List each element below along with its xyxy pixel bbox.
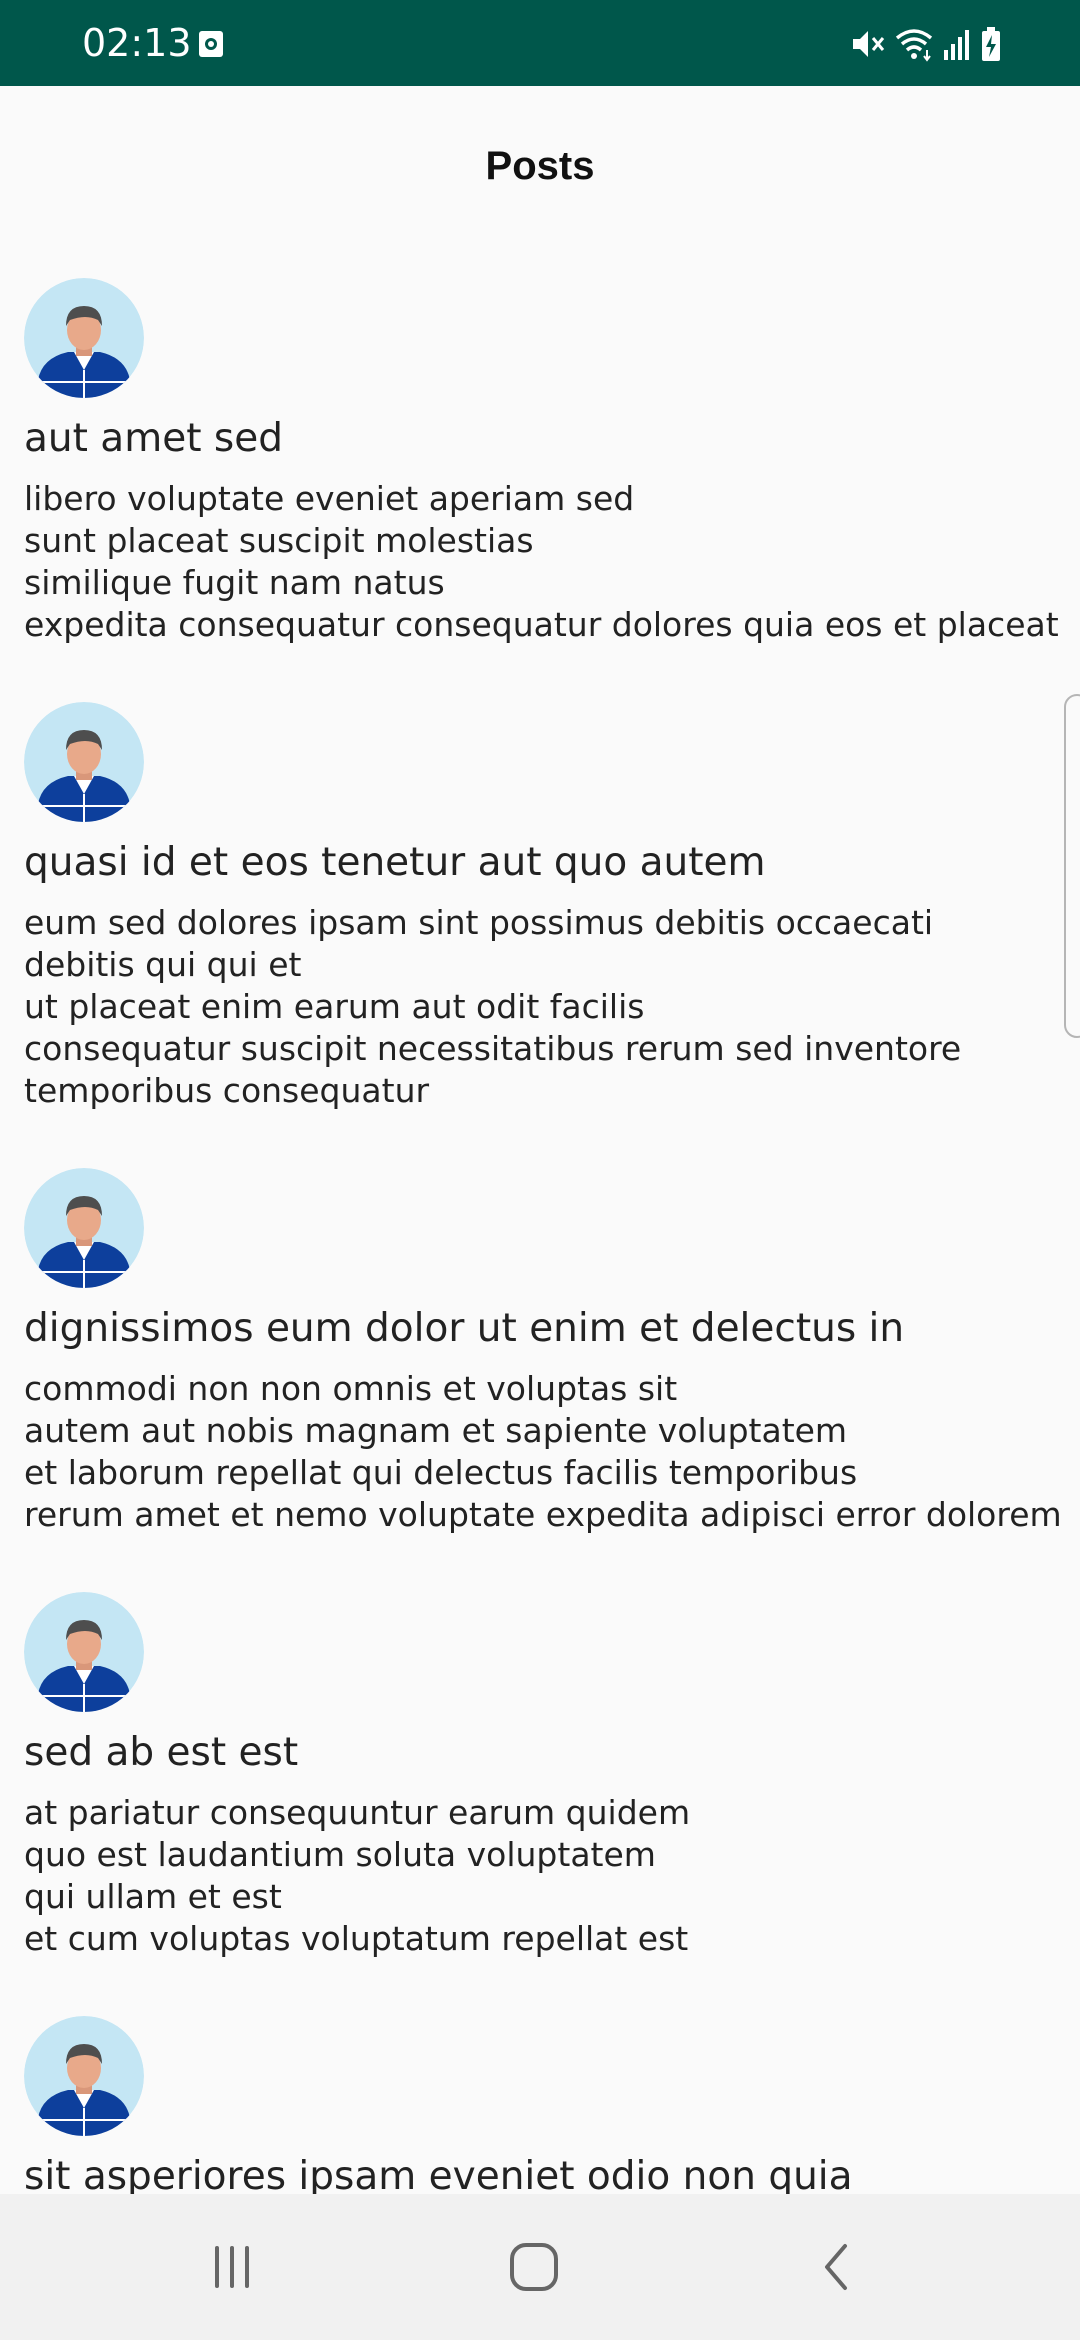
home-icon — [510, 2243, 558, 2291]
notification-icon — [199, 31, 223, 57]
post-body-line: rerum amet et nemo voluptate expedita ad… — [24, 1495, 1062, 1534]
post-item[interactable]: sit asperiores ipsam eveniet odio non qu… — [24, 2016, 1064, 2194]
post-body-line: at pariatur consequuntur earum quidem — [24, 1793, 691, 1832]
post-body: eum sed dolores ipsam sint possimus debi… — [24, 902, 1064, 1112]
battery-charging-icon — [982, 27, 1000, 61]
post-body-line: similique fugit nam natus — [24, 563, 445, 602]
post-item[interactable]: aut amet sed libero voluptate eveniet ap… — [24, 278, 1064, 646]
post-body-line: autem aut nobis magnam et sapiente volup… — [24, 1411, 848, 1450]
navigation-bar — [0, 2194, 1080, 2340]
back-icon — [825, 2244, 847, 2290]
post-title: aut amet sed — [24, 416, 283, 461]
post-body-line: expedita consequatur consequatur dolores… — [24, 605, 1059, 644]
avatar — [24, 1168, 144, 1288]
post-body: libero voluptate eveniet aperiam sed sun… — [24, 478, 1064, 646]
page-title: Posts — [485, 144, 595, 188]
avatar — [24, 1592, 144, 1712]
app-header: Posts — [0, 86, 1080, 256]
post-title: dignissimos eum dolor ut enim et delectu… — [24, 1306, 905, 1351]
status-icons — [850, 24, 1002, 64]
post-item[interactable]: dignissimos eum dolor ut enim et delectu… — [24, 1168, 1064, 1536]
recent-apps-button[interactable] — [192, 2232, 272, 2302]
post-title: quasi id et eos tenetur aut quo autem — [24, 840, 766, 885]
home-button[interactable] — [494, 2232, 574, 2302]
recent-apps-icon — [215, 2246, 249, 2288]
post-body-line: qui ullam et est — [24, 1877, 282, 1916]
post-body-line: libero voluptate eveniet aperiam sed — [24, 479, 635, 518]
mute-icon — [853, 31, 885, 57]
post-body-line: temporibus consequatur — [24, 1071, 430, 1110]
post-body: at pariatur consequuntur earum quidem qu… — [24, 1792, 1064, 1960]
post-body-line: et laborum repellat qui delectus facilis… — [24, 1453, 858, 1492]
post-body-line: eum sed dolores ipsam sint possimus debi… — [24, 903, 934, 942]
status-bar: 02:13 — [0, 0, 1080, 86]
post-body-line: quo est laudantium soluta voluptatem — [24, 1835, 656, 1874]
avatar — [24, 702, 144, 822]
post-body-line: consequatur suscipit necessitatibus reru… — [24, 1029, 962, 1068]
post-body-line: sunt placeat suscipit molestias — [24, 521, 534, 560]
avatar — [24, 278, 144, 398]
post-body-line: et cum voluptas voluptatum repellat est — [24, 1919, 689, 1958]
post-title: sed ab est est — [24, 1730, 299, 1775]
post-item[interactable]: quasi id et eos tenetur aut quo autem eu… — [24, 702, 1064, 1112]
back-button[interactable] — [798, 2232, 878, 2302]
scrollbar-thumb[interactable] — [1064, 694, 1080, 1038]
post-body-line: ut placeat enim earum aut odit facilis — [24, 987, 645, 1026]
post-body-line: debitis qui qui et — [24, 945, 302, 984]
signal-icon — [944, 30, 969, 60]
post-list[interactable]: aut amet sed libero voluptate eveniet ap… — [0, 256, 1080, 2194]
status-time: 02:13 — [82, 21, 192, 65]
wifi-icon — [895, 29, 933, 62]
post-title: sit asperiores ipsam eveniet odio non qu… — [24, 2154, 853, 2194]
screen: 02:13 Posts aut amet sed libero voluptat… — [0, 0, 1080, 2340]
post-item[interactable]: sed ab est est at pariatur consequuntur … — [24, 1592, 1064, 1960]
post-body: commodi non non omnis et voluptas sit au… — [24, 1368, 1064, 1536]
avatar — [24, 2016, 144, 2136]
post-body-line: commodi non non omnis et voluptas sit — [24, 1369, 678, 1408]
